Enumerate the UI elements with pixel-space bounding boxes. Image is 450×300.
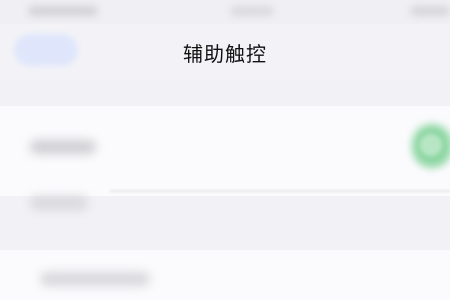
page-title: 辅助触控: [183, 42, 267, 66]
toggle-knob: [420, 134, 442, 156]
status-bar-left-blur: [28, 6, 98, 16]
settings-row-lower[interactable]: [0, 258, 450, 298]
settings-row-label: [30, 140, 96, 154]
settings-row-label: [40, 272, 150, 286]
settings-row-custom-menu[interactable]: [0, 180, 450, 228]
status-bar-right-blur: [410, 6, 450, 16]
status-bar: [0, 0, 450, 24]
settings-row-label: [30, 196, 88, 210]
settings-row-assistive-touch[interactable]: [0, 118, 450, 176]
status-bar-center-blur: [230, 6, 274, 16]
